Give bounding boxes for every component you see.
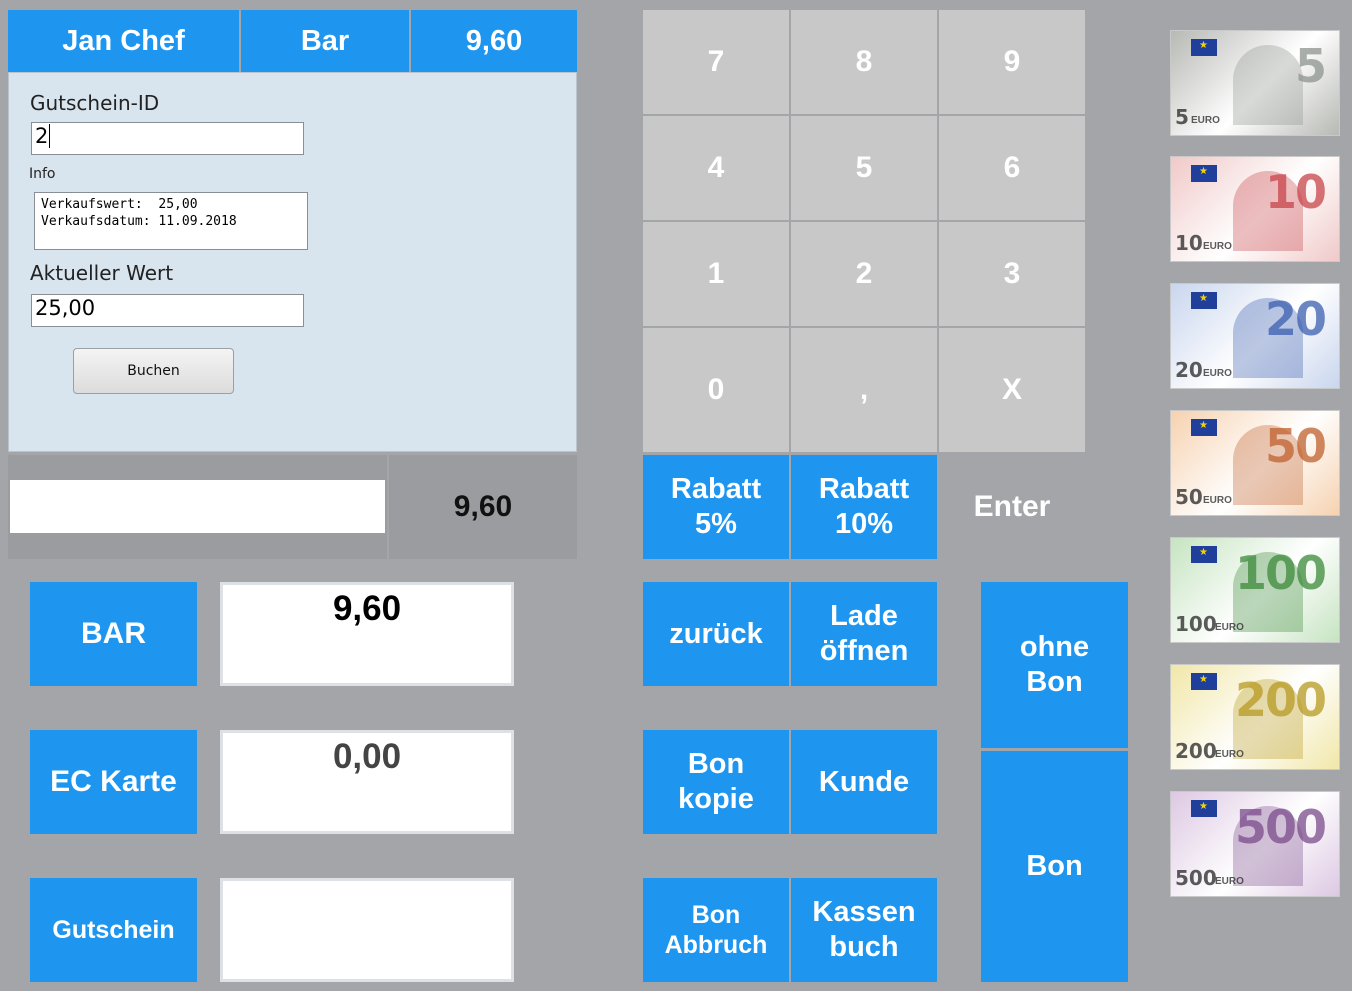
discount-10-button[interactable]: Rabatt 10% — [791, 455, 937, 559]
euro-note-200-button[interactable]: 200200EURO — [1170, 664, 1340, 770]
receipt-button[interactable]: Bon — [981, 751, 1128, 982]
note-denomination-large: 50 — [1264, 419, 1327, 473]
current-value-label: Aktueller Wert — [30, 261, 174, 285]
voucher-id-label: Gutschein-ID — [30, 91, 160, 115]
entry-input[interactable] — [10, 480, 385, 533]
note-denomination-small: 5 — [1175, 105, 1189, 129]
euro-note-500-button[interactable]: 500500EURO — [1170, 791, 1340, 897]
note-currency-label: EURO — [1215, 876, 1244, 887]
eu-flag-icon — [1191, 292, 1217, 309]
info-line-sale-date: Verkaufsdatum: 11.09.2018 — [41, 213, 237, 229]
note-denomination-large: 500 — [1234, 800, 1327, 854]
numpad-key-7[interactable]: 7 — [643, 10, 789, 114]
info-label: Info — [29, 166, 56, 182]
open-drawer-button[interactable]: Lade öffnen — [791, 582, 937, 686]
note-denomination-large: 5 — [1294, 39, 1327, 93]
euro-note-10-button[interactable]: 1010EURO — [1170, 156, 1340, 262]
note-denomination-small: 20 — [1175, 358, 1203, 382]
note-denomination-large: 200 — [1234, 673, 1327, 727]
note-currency-label: EURO — [1215, 622, 1244, 633]
note-denomination-large: 10 — [1264, 165, 1327, 219]
note-denomination-small: 500 — [1175, 866, 1217, 890]
payment-mode-label: Bar — [241, 10, 409, 72]
receipt-copy-button[interactable]: Bon kopie — [643, 730, 789, 834]
note-denomination-large: 20 — [1264, 292, 1327, 346]
eu-flag-icon — [1191, 673, 1217, 690]
pay-voucher-amount[interactable] — [220, 878, 514, 982]
numpad-key-6[interactable]: 6 — [939, 116, 1085, 220]
pay-voucher-button[interactable]: Gutschein — [30, 878, 197, 982]
no-receipt-button[interactable]: ohne Bon — [981, 582, 1128, 748]
note-denomination-small: 10 — [1175, 231, 1203, 255]
numpad-key-5[interactable]: 5 — [791, 116, 937, 220]
numpad-key-4[interactable]: 4 — [643, 116, 789, 220]
eu-flag-icon — [1191, 165, 1217, 182]
enter-button[interactable]: Enter — [939, 455, 1085, 559]
note-denomination-small: 100 — [1175, 612, 1217, 636]
note-denomination-small: 200 — [1175, 739, 1217, 763]
numpad-key-0[interactable]: 0 — [643, 328, 789, 452]
cancel-receipt-button[interactable]: Bon Abbruch — [643, 878, 789, 982]
euro-note-5-button[interactable]: 55EURO — [1170, 30, 1340, 136]
note-denomination-large: 100 — [1234, 546, 1327, 600]
numpad-key-9[interactable]: 9 — [939, 10, 1085, 114]
info-line-sale-value: Verkaufswert: 25,00 — [41, 197, 198, 212]
eu-flag-icon — [1191, 419, 1217, 436]
cashier-name-label: Jan Chef — [8, 10, 239, 72]
pay-cash-button[interactable]: BAR — [30, 582, 197, 686]
pay-ec-card-button[interactable]: EC Karte — [30, 730, 197, 834]
discount-5-button[interactable]: Rabatt 5% — [643, 455, 789, 559]
note-currency-label: EURO — [1203, 241, 1232, 252]
eu-flag-icon — [1191, 39, 1217, 56]
note-arch-icon — [1233, 45, 1303, 125]
info-textbox[interactable]: Verkaufswert: 25,00 Verkaufsdatum: 11.09… — [34, 192, 308, 250]
numpad-key-8[interactable]: 8 — [791, 10, 937, 114]
pay-ec-card-amount[interactable]: 0,00 — [220, 730, 514, 834]
entry-amount-display: 9,60 — [389, 455, 577, 559]
customer-button[interactable]: Kunde — [791, 730, 937, 834]
euro-note-100-button[interactable]: 100100EURO — [1170, 537, 1340, 643]
back-button[interactable]: zurück — [643, 582, 789, 686]
note-currency-label: EURO — [1203, 495, 1232, 506]
eu-flag-icon — [1191, 800, 1217, 817]
euro-note-20-button[interactable]: 2020EURO — [1170, 283, 1340, 389]
voucher-panel: Gutschein-ID 2 Info Verkaufswert: 25,00 … — [8, 72, 577, 452]
numpad-key-1[interactable]: 1 — [643, 222, 789, 326]
eu-flag-icon — [1191, 546, 1217, 563]
header-total-label: 9,60 — [411, 10, 577, 72]
book-button[interactable]: Buchen — [73, 348, 234, 394]
note-currency-label: EURO — [1203, 368, 1232, 379]
numpad-key-3[interactable]: 3 — [939, 222, 1085, 326]
numpad-key-2[interactable]: 2 — [791, 222, 937, 326]
cash-book-button[interactable]: Kassen buch — [791, 878, 937, 982]
euro-note-50-button[interactable]: 5050EURO — [1170, 410, 1340, 516]
note-denomination-small: 50 — [1175, 485, 1203, 509]
pay-cash-amount[interactable]: 9,60 — [220, 582, 514, 686]
voucher-id-input[interactable]: 2 — [31, 122, 304, 155]
current-value-input[interactable]: 25,00 — [31, 294, 304, 327]
numpad-key-comma[interactable]: , — [791, 328, 937, 452]
note-currency-label: EURO — [1191, 115, 1220, 126]
numpad-key-clear[interactable]: X — [939, 328, 1085, 452]
note-currency-label: EURO — [1215, 749, 1244, 760]
